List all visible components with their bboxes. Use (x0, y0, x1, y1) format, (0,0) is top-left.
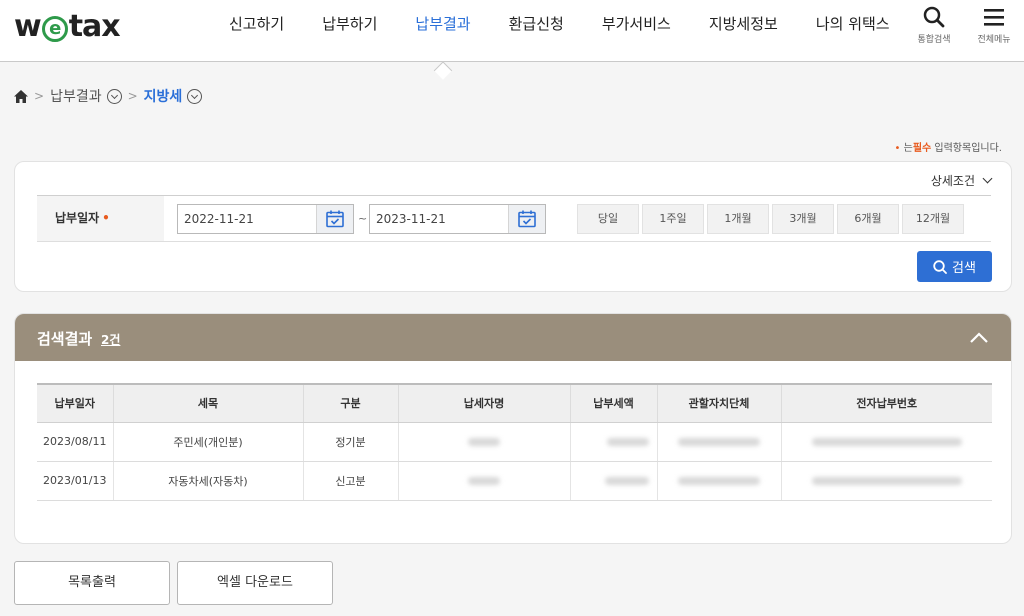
chevron-down-circle-icon[interactable] (187, 88, 203, 104)
nav-file[interactable]: 신고하기 (210, 0, 303, 62)
col-jurisdiction: 관할자치단체 (656, 383, 781, 423)
header: w e tax 신고하기 납부하기 납부결과 환급신청 부가서비스 지방세정보 나의… (0, 0, 1024, 62)
period-12month-button[interactable]: 12개월 (902, 204, 964, 234)
required-field-note: • 는필수 입력항목입니다. (895, 139, 1002, 154)
nav-extra-services[interactable]: 부가서비스 (583, 0, 690, 62)
payment-date-label-text: 납부일자 (55, 211, 100, 225)
cell-type: 신고분 (302, 461, 398, 501)
cell-jurisdiction-redacted (656, 422, 781, 462)
end-date-input[interactable]: 2023-11-21 (369, 204, 546, 234)
period-3month-button[interactable]: 3개월 (772, 204, 834, 234)
required-note-prefix: 는 (903, 143, 913, 154)
cell-tax-item: 주민세(개인분) (112, 422, 303, 462)
cell-payment-amount-redacted (569, 422, 657, 462)
nav-local-tax-info[interactable]: 지방세정보 (690, 0, 797, 62)
cell-taxpayer-name-redacted (397, 422, 570, 462)
nav-payment-result[interactable]: 납부결과 (396, 0, 489, 62)
cell-payment-date: 2023/08/11 (37, 422, 113, 462)
start-date-input[interactable]: 2022-11-21 (177, 204, 354, 234)
col-type: 구분 (302, 383, 398, 423)
period-6month-button[interactable]: 6개월 (837, 204, 899, 234)
integrated-search-button[interactable]: 통합검색 (909, 6, 959, 45)
table-row[interactable]: 2023/01/13 자동차세(자동차) 신고분 (37, 461, 992, 501)
col-payment-amount: 납부세액 (569, 383, 657, 423)
detail-conditions-label: 상세조건 (930, 174, 975, 188)
chevron-down-icon (982, 173, 993, 184)
search-button[interactable]: 검색 (917, 251, 992, 282)
end-date-value: 2023-11-21 (376, 212, 446, 226)
cell-payment-amount-redacted (569, 461, 657, 501)
col-taxpayer-name: 납세자명 (397, 383, 570, 423)
payment-date-row: 납부일자 • 2022-11-21 ~ 2023-11-21 당일 1주일 1개월… (37, 195, 991, 242)
cell-electronic-payment-number-redacted (780, 422, 992, 462)
logo-text-prefix: w (14, 9, 42, 44)
cell-taxpayer-name-redacted (397, 461, 570, 501)
result-count: 2건 (101, 333, 121, 347)
calendar-icon[interactable] (508, 205, 545, 233)
required-dot: • (894, 143, 901, 154)
search-icon (923, 6, 945, 28)
required-note-required: 필수 (912, 143, 932, 154)
main-nav: 신고하기 납부하기 납부결과 환급신청 부가서비스 지방세정보 나의 위택스 (210, 0, 909, 62)
all-menu-label: 전체메뉴 (977, 35, 1011, 45)
required-note-suffix: 입력항목입니다. (934, 143, 1002, 154)
period-1month-button[interactable]: 1개월 (707, 204, 769, 234)
table-row[interactable]: 2023/08/11 주민세(개인분) 정기분 (37, 422, 992, 462)
result-header: 검색결과 2건 (15, 314, 1011, 361)
cell-jurisdiction-redacted (656, 461, 781, 501)
date-range-separator: ~ (358, 212, 368, 225)
breadcrumb-separator: > (127, 89, 138, 103)
excel-download-button[interactable]: 엑셀 다운로드 (177, 561, 333, 605)
result-title: 검색결과 (37, 330, 93, 348)
chevron-down-circle-icon[interactable] (106, 88, 122, 104)
period-today-button[interactable]: 당일 (577, 204, 639, 234)
table-header-row: 납부일자 세목 구분 납세자명 납부세액 관할자치단체 전자납부번호 (37, 383, 992, 423)
integrated-search-label: 통합검색 (917, 35, 951, 45)
hamburger-icon (984, 9, 1004, 26)
home-icon[interactable] (14, 89, 28, 103)
cell-type: 정기분 (302, 422, 398, 462)
result-table: 납부일자 세목 구분 납세자명 납부세액 관할자치단체 전자납부번호 2023/… (37, 383, 992, 501)
nav-refund[interactable]: 환급신청 (490, 0, 583, 62)
nav-pay[interactable]: 납부하기 (303, 0, 396, 62)
cell-electronic-payment-number-redacted (780, 461, 992, 501)
nav-my-wetax[interactable]: 나의 위택스 (797, 0, 909, 62)
logo-e-mark: e (41, 16, 68, 42)
result-panel: 검색결과 2건 납부일자 세목 구분 납세자명 납부세액 관할자치단체 전자납부… (14, 313, 1012, 544)
breadcrumb-current[interactable]: 지방세 (144, 86, 183, 106)
calendar-icon[interactable] (316, 205, 353, 233)
breadcrumb-separator: > (34, 89, 45, 103)
period-1week-button[interactable]: 1주일 (642, 204, 704, 234)
required-dot: • (102, 211, 110, 225)
logo-text-suffix: tax (68, 9, 121, 44)
wetax-logo[interactable]: w e tax (14, 9, 121, 44)
col-electronic-payment-number: 전자납부번호 (780, 383, 992, 423)
start-date-value: 2022-11-21 (184, 212, 254, 226)
breadcrumb-level1[interactable]: 납부결과 (50, 86, 102, 106)
col-tax-item: 세목 (112, 383, 303, 423)
col-payment-date: 납부일자 (37, 383, 113, 423)
cell-tax-item: 자동차세(자동차) (112, 461, 303, 501)
print-list-button[interactable]: 목록출력 (14, 561, 170, 605)
all-menu-button[interactable]: 전체메뉴 (969, 6, 1019, 45)
breadcrumb: > 납부결과 > 지방세 (14, 86, 203, 106)
detail-conditions-toggle[interactable]: 상세조건 (930, 172, 993, 189)
search-panel: 상세조건 납부일자 • 2022-11-21 ~ 2023-11-21 당일 1주… (14, 161, 1012, 292)
search-icon (933, 259, 947, 274)
cell-payment-date: 2023/01/13 (37, 461, 113, 501)
search-button-label: 검색 (952, 261, 976, 276)
payment-date-label: 납부일자 • (37, 196, 164, 241)
chevron-up-icon[interactable] (969, 328, 989, 348)
